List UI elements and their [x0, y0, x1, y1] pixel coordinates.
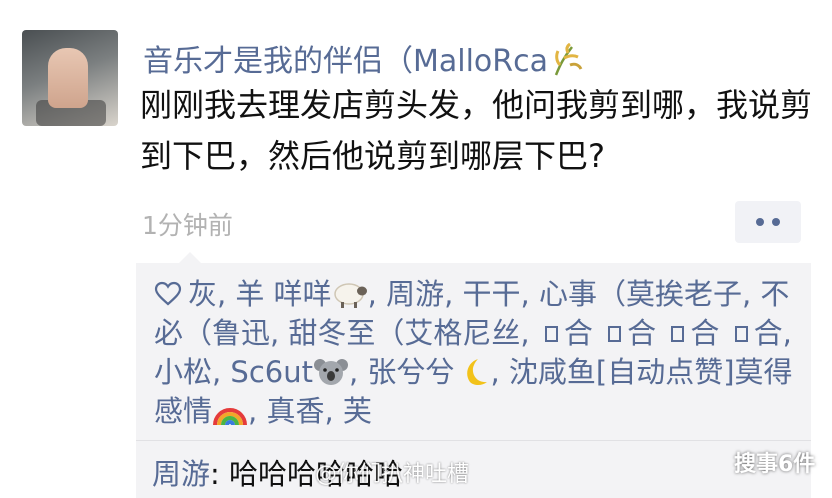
sheep-emoji	[333, 283, 367, 308]
crescent-moon-emoji	[467, 359, 488, 385]
watermark-center: @你们扒神吐槽	[315, 462, 470, 487]
comment-separator: :	[210, 457, 230, 491]
watermark-corner: 搜事6件	[734, 452, 816, 477]
avatar-figure	[48, 48, 88, 108]
author-name-text[interactable]: 音乐才是我的伴侣（MalloRca	[143, 44, 548, 79]
likes-glyph-1: 合	[563, 316, 593, 350]
missing-glyph-box	[671, 326, 685, 342]
missing-glyph-box	[608, 326, 622, 342]
rice-plant-icon	[554, 43, 583, 76]
koala-emoji	[314, 359, 348, 385]
more-actions-button[interactable]	[735, 201, 801, 243]
likes-list: 灰, 羊 咩咩, 周游, 干干, 心事（莫挨老子, 不必（鲁迅, 甜冬至（艾格尼…	[154, 275, 794, 431]
comment-author[interactable]: 周游	[152, 457, 210, 491]
likes-names-1[interactable]: 灰, 羊 咩咩	[188, 277, 332, 311]
post-content: 刚刚我去理发店剪头发，他问我剪到哪，我说剪到下巴，然后他说剪到哪层下巴?	[140, 86, 813, 175]
heart-outline-icon	[154, 281, 182, 306]
more-dot	[772, 218, 780, 226]
missing-glyph-box	[544, 326, 558, 342]
likes-comments-divider	[136, 440, 811, 441]
user-avatar[interactable]	[22, 30, 118, 126]
likes-names-6[interactable]: , 真香, 芙	[248, 394, 372, 428]
missing-glyph-box	[734, 326, 748, 342]
rainbow-emoji	[213, 408, 248, 426]
likes-glyph-4: 合	[753, 316, 783, 350]
likes-names-4[interactable]: , 张兮兮	[349, 355, 454, 389]
more-dot	[756, 218, 764, 226]
post-author-name[interactable]: 音乐才是我的伴侣（MalloRca	[143, 36, 584, 80]
likes-glyph-3: 合	[690, 316, 720, 350]
likes-glyph-2: 合	[627, 316, 657, 350]
post-timestamp: 1分钟前	[142, 211, 233, 240]
